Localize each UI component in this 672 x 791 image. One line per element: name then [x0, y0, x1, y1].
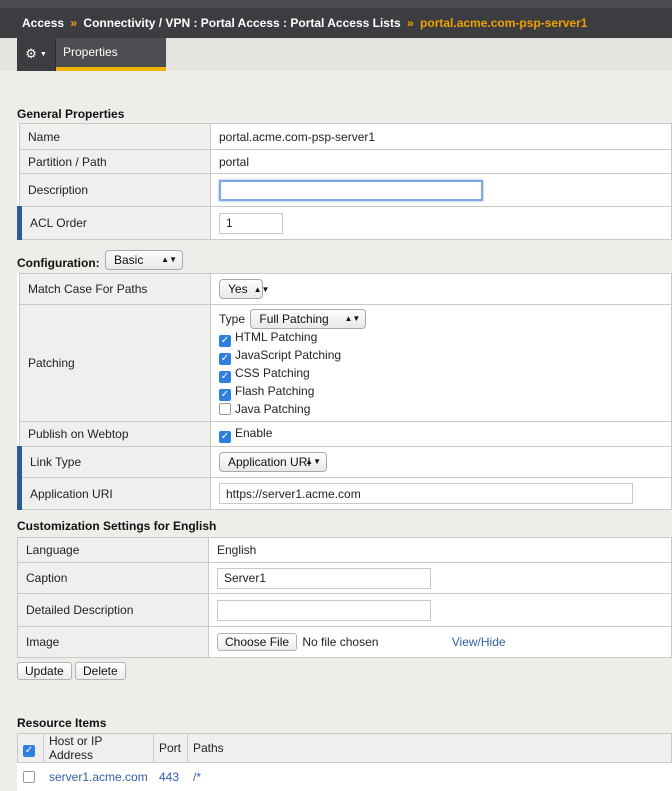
resource-port: 443	[159, 769, 180, 784]
checkbox-checked-icon[interactable]: ✓	[219, 389, 231, 401]
caption-label: Caption	[17, 562, 209, 594]
column-header-host[interactable]: Host or IP Address	[43, 733, 154, 763]
breadcrumb-item-access[interactable]: Access	[22, 16, 64, 30]
language-label: Language	[17, 537, 209, 563]
patching-option-label: Flash Patching	[235, 384, 315, 398]
image-label: Image	[17, 626, 209, 658]
patching-option-label: CSS Patching	[235, 366, 310, 380]
link-type-label: Link Type	[17, 446, 211, 478]
select-arrows-icon: ▲▼	[253, 285, 270, 294]
application-uri-input[interactable]	[219, 483, 633, 504]
checkbox-checked-icon[interactable]: ✓	[219, 353, 231, 365]
customization-title: Customization Settings for English	[17, 519, 217, 533]
choose-file-button[interactable]: Choose File	[217, 633, 298, 651]
select-arrows-icon: ▲▼	[344, 314, 361, 323]
resource-items-title: Resource Items	[17, 716, 107, 730]
patching-option-label: HTML Patching	[235, 330, 318, 344]
gear-menu-button[interactable]: ⚙ ▼	[17, 38, 56, 71]
row-checkbox-icon[interactable]	[23, 770, 35, 783]
publish-webtop-value: Enable	[235, 425, 273, 440]
detailed-description-input[interactable]	[217, 599, 431, 621]
update-button[interactable]: Update	[17, 662, 72, 680]
checkbox-unchecked-icon[interactable]	[219, 403, 231, 415]
breadcrumb-separator: »	[407, 16, 414, 30]
select-arrows-icon: ▲▼	[305, 457, 321, 466]
tab-bar: ⚙ ▼ Properties	[0, 38, 672, 71]
checkbox-checked-icon[interactable]: ✓	[219, 430, 231, 443]
acl-order-input[interactable]	[219, 212, 283, 234]
patching-option-label: Java Patching	[235, 402, 311, 416]
resource-host-link[interactable]: server1.acme.com	[44, 763, 154, 791]
general-properties-table: Name portal.acme.com-psp-server1 Partiti…	[17, 123, 672, 240]
chevron-down-icon: ▼	[39, 50, 47, 58]
description-input[interactable]	[219, 179, 483, 201]
breadcrumb-item-portal-access-lists[interactable]: Connectivity / VPN : Portal Access : Por…	[83, 16, 400, 30]
link-type-select[interactable]: Application URI ▲▼	[219, 452, 327, 472]
acl-order-label: ACL Order	[17, 206, 211, 240]
general-properties-title: General Properties	[17, 107, 125, 121]
resource-items-table: ✓ Host or IP Address Port Paths server1.…	[17, 733, 672, 791]
column-header-port[interactable]: Port	[153, 733, 188, 763]
link-type-value: Application URI	[228, 455, 311, 469]
match-case-label: Match Case For Paths	[19, 273, 211, 305]
patching-option[interactable]: ✓ HTML Patching	[219, 329, 663, 347]
resource-path: /*	[193, 769, 202, 784]
detailed-description-label: Detailed Description	[17, 593, 209, 627]
publish-webtop-label: Publish on Webtop	[19, 421, 211, 447]
language-value: English	[208, 537, 672, 563]
configuration-mode-value: Basic	[114, 253, 144, 267]
customization-table: Language English Caption Detailed Descri…	[17, 537, 672, 658]
match-case-select[interactable]: Yes ▲▼	[219, 279, 269, 299]
patching-option[interactable]: Java Patching	[219, 401, 663, 417]
patching-type-value: Full Patching	[259, 312, 329, 326]
patching-type-label: Type	[219, 312, 246, 326]
gear-icon: ⚙	[25, 46, 37, 61]
delete-button[interactable]: Delete	[75, 662, 126, 680]
patching-option[interactable]: ✓ CSS Patching	[219, 365, 663, 383]
caption-input[interactable]	[217, 567, 431, 589]
description-label: Description	[19, 173, 211, 207]
breadcrumb-current: portal.acme.com-psp-server1	[420, 16, 588, 30]
application-uri-label: Application URI	[17, 477, 211, 510]
configuration-title: Configuration:	[17, 256, 100, 270]
patching-label: Patching	[19, 304, 211, 422]
match-case-value: Yes	[228, 282, 248, 296]
breadcrumb-separator: »	[70, 16, 78, 30]
view-hide-link[interactable]: View/Hide	[452, 635, 506, 649]
name-label: Name	[19, 123, 211, 150]
checkbox-checked-icon[interactable]: ✓	[219, 371, 231, 383]
tab-properties[interactable]: Properties	[56, 38, 166, 71]
patching-type-select[interactable]: Full Patching ▲▼	[250, 309, 367, 329]
partition-value: portal	[210, 149, 672, 174]
patching-option[interactable]: ✓ JavaScript Patching	[219, 347, 663, 365]
select-all-checkbox-icon[interactable]: ✓	[23, 744, 35, 757]
select-arrows-icon: ▲▼	[161, 255, 177, 264]
partition-label: Partition / Path	[19, 149, 211, 174]
configuration-mode-select[interactable]: Basic ▲▼	[105, 250, 183, 270]
name-value: portal.acme.com-psp-server1	[210, 123, 672, 150]
patching-option-label: JavaScript Patching	[235, 348, 342, 362]
table-row: server1.acme.com 443 /*	[18, 763, 672, 791]
no-file-chosen-text: No file chosen	[302, 635, 379, 649]
patching-option[interactable]: ✓ Flash Patching	[219, 383, 663, 401]
breadcrumb-trail: Access » Connectivity / VPN : Portal Acc…	[22, 8, 587, 38]
column-header-paths[interactable]: Paths	[187, 733, 672, 763]
checkbox-checked-icon[interactable]: ✓	[219, 335, 231, 347]
configuration-table: Match Case For Paths Yes ▲▼ Patching Type…	[17, 273, 672, 510]
